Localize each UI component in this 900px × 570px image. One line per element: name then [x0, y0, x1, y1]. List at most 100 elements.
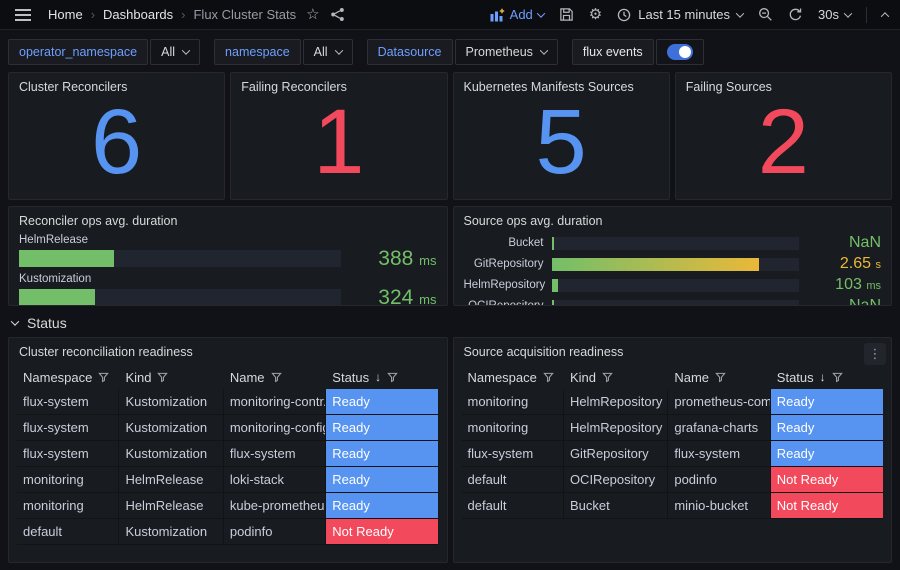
bar-gauge-row: HelmRelease 388 ms [19, 234, 437, 269]
cell-kind: OCIRepository [564, 467, 668, 493]
cell-namespace: default [17, 519, 119, 545]
cell-status: Ready [771, 441, 883, 467]
cell-status: Not Ready [771, 467, 883, 493]
chevron-down-icon [540, 46, 548, 54]
collapse-nav-button[interactable] [882, 12, 888, 18]
zoom-out-icon[interactable] [758, 7, 773, 22]
bar-gauge-row: OCIRepository NaN [464, 298, 882, 306]
cell-namespace: monitoring [17, 467, 119, 493]
variable-value-dropdown[interactable]: All [150, 39, 200, 65]
cell-name: flux-system [668, 441, 770, 467]
cell-namespace: flux-system [17, 389, 119, 415]
breadcrumb-separator: › [91, 7, 95, 22]
column-header-status[interactable]: Status ↓ [771, 370, 883, 385]
breadcrumb-dashboards[interactable]: Dashboards [103, 7, 173, 22]
table-row: flux-system GitRepository flux-system Re… [462, 441, 884, 467]
panel-cluster-reconcilers[interactable]: Cluster Reconcilers 6 [8, 72, 225, 200]
add-button[interactable]: Add [490, 7, 544, 22]
filter-icon [98, 372, 109, 383]
chevron-down-icon [537, 9, 545, 17]
nav-right: Add ⚙ Last 15 minutes 30s [490, 7, 888, 23]
row-toggle-status[interactable]: Status [8, 315, 892, 331]
column-header-status[interactable]: Status ↓ [326, 370, 438, 385]
sort-desc-icon: ↓ [375, 370, 381, 384]
filter-icon [387, 372, 398, 383]
cell-name: loki-stack [224, 467, 326, 493]
chevron-up-icon [881, 12, 889, 20]
panel-source-acquisition-readiness[interactable]: Source acquisition readiness ⋮ Namespace… [453, 337, 893, 563]
bar-value: NaN [807, 298, 881, 306]
clock-icon [617, 8, 631, 22]
cell-status: Ready [771, 389, 883, 415]
column-header-namespace[interactable]: Namespace [17, 370, 119, 385]
divider [866, 7, 867, 23]
stats-row: Cluster Reconcilers 6 Failing Reconciler… [8, 72, 892, 200]
star-icon[interactable]: ☆ [306, 7, 319, 22]
cell-name: flux-system [224, 441, 326, 467]
cell-name: grafana-charts [668, 415, 770, 441]
column-header-name[interactable]: Name [224, 370, 326, 385]
sort-desc-icon: ↓ [820, 370, 826, 384]
panel-title: Cluster reconciliation readiness [9, 338, 447, 359]
cell-status: Ready [326, 493, 438, 519]
breadcrumb: Home › Dashboards › Flux Cluster Stats [48, 7, 296, 22]
panel-kubernetes-manifests-sources[interactable]: Kubernetes Manifests Sources 5 [453, 72, 670, 200]
flux-events-toggle[interactable] [656, 39, 704, 65]
bar-value: 324 ms [351, 287, 437, 306]
panel-failing-sources[interactable]: Failing Sources 2 [675, 72, 892, 200]
save-icon[interactable] [559, 7, 574, 22]
cell-namespace: monitoring [17, 493, 119, 519]
share-icon[interactable] [330, 7, 345, 22]
panel-reconciler-ops-duration[interactable]: Reconciler ops avg. duration HelmRelease… [8, 206, 448, 306]
variable-namespace: namespace All [214, 39, 353, 65]
bar-label: HelmRepository [464, 279, 544, 291]
bar-gauge: HelmRelease 388 ms Kustomization [9, 228, 447, 306]
time-range-picker[interactable]: Last 15 minutes [617, 7, 743, 22]
refresh-icon[interactable] [788, 7, 803, 22]
bar-fill [19, 289, 95, 306]
refresh-interval-label: 30s [818, 7, 839, 22]
chevron-down-icon [334, 46, 342, 54]
table-row: default OCIRepository podinfo Not Ready [462, 467, 884, 493]
bar-gauge-row: Bucket NaN [464, 235, 882, 251]
toggle-switch[interactable] [667, 44, 693, 60]
table-row: flux-system Kustomization monitoring-con… [17, 389, 439, 415]
panel-cluster-reconciliation-readiness[interactable]: Cluster reconciliation readiness Namespa… [8, 337, 448, 563]
stat-value: 1 [231, 94, 446, 199]
bar-unit: ms [866, 280, 881, 292]
variable-value-dropdown[interactable]: Prometheus [455, 39, 558, 65]
top-nav: Home › Dashboards › Flux Cluster Stats ☆… [0, 0, 900, 30]
table-header: Namespace Kind Name Status ↓ [17, 365, 439, 389]
row-title: Status [27, 315, 67, 331]
bar-fill [552, 300, 554, 307]
table-row: monitoring HelmRepository grafana-charts… [462, 415, 884, 441]
panel-failing-reconcilers[interactable]: Failing Reconcilers 1 [230, 72, 447, 200]
column-header-kind[interactable]: Kind [564, 370, 668, 385]
column-header-namespace[interactable]: Namespace [462, 370, 564, 385]
variable-value-dropdown[interactable]: All [303, 39, 353, 65]
table-row: monitoring HelmRelease kube-prometheu...… [17, 493, 439, 519]
column-header-name[interactable]: Name [668, 370, 770, 385]
bar-track [552, 279, 800, 292]
cell-kind: Kustomization [119, 415, 223, 441]
cell-namespace: default [462, 467, 564, 493]
bar-label: Bucket [464, 237, 544, 249]
gear-icon[interactable]: ⚙ [589, 7, 602, 22]
refresh-interval-picker[interactable]: 30s [818, 7, 851, 22]
panel-menu-icon[interactable]: ⋮ [864, 343, 886, 365]
bar-unit: ms [419, 292, 436, 306]
column-header-kind[interactable]: Kind [119, 370, 223, 385]
chevron-down-icon [736, 9, 744, 17]
bar-unit: ms [419, 253, 436, 268]
table: Namespace Kind Name Status ↓ monitoring … [462, 365, 884, 519]
variable-flux-events: flux events [572, 39, 704, 65]
breadcrumb-home[interactable]: Home [48, 7, 83, 22]
panel-title: Source acquisition readiness [454, 338, 892, 359]
menu-icon[interactable] [12, 6, 34, 24]
bar-track [19, 250, 341, 267]
cell-namespace: monitoring [462, 389, 564, 415]
cell-kind: HelmRelease [119, 467, 223, 493]
panel-source-ops-duration[interactable]: Source ops avg. duration Bucket NaN GitR… [453, 206, 893, 306]
cell-status: Ready [326, 389, 438, 415]
bar-gauge: Bucket NaN GitRepository 2.65 s [454, 228, 892, 306]
